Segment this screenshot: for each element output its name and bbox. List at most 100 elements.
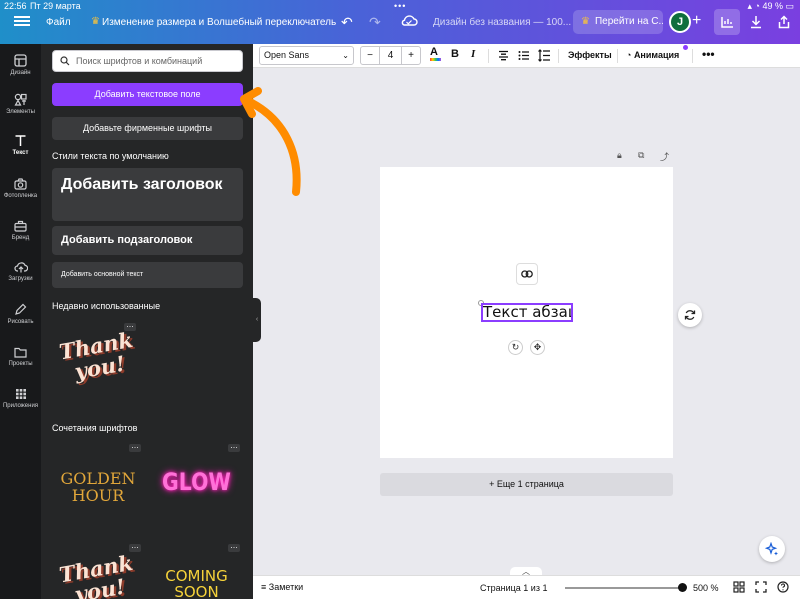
status-date: Пт 29 марта [30, 1, 81, 11]
rail-item-uploads[interactable]: Загрузки [0, 261, 41, 282]
rail-label: Приложения [2, 403, 39, 409]
zoom-level[interactable]: 500 % [693, 583, 719, 593]
magic-sparkle-icon[interactable] [759, 536, 785, 562]
font-size-increase-button[interactable]: + [401, 46, 421, 65]
avatar[interactable]: J [669, 11, 691, 33]
line-spacing-icon[interactable] [538, 49, 550, 62]
font-family-select[interactable]: Open Sans ⌄ [259, 46, 354, 65]
animation-icon: ◔ [626, 50, 634, 60]
rail-label: Фотопленка [3, 193, 38, 199]
rail-label: Элементы [6, 109, 35, 115]
font-search-input[interactable]: Поиск шрифтов и комбинаций [52, 50, 243, 72]
list-icon[interactable] [518, 50, 529, 61]
add-body-text-button[interactable]: Добавить основной текст [52, 262, 243, 288]
recent-heading: Недавно использованные [52, 301, 161, 311]
more-options-icon[interactable]: … [228, 542, 240, 552]
add-page-icon[interactable]: ⤴ [660, 150, 669, 163]
apps-grid-icon [15, 389, 26, 399]
lock-icon[interactable]: 🔒︎ [617, 150, 622, 161]
fullscreen-icon[interactable] [755, 581, 767, 593]
font-combo-coming-soon[interactable]: COMING SOON [150, 544, 243, 599]
rail-label: Загрузки [8, 276, 33, 282]
add-subheading-button[interactable]: Добавить подзаголовок [52, 226, 243, 255]
text-icon [15, 135, 26, 146]
upload-cloud-icon [13, 262, 28, 273]
undo-icon[interactable]: ↶ [341, 14, 353, 31]
italic-icon[interactable]: I [471, 48, 475, 60]
bold-icon[interactable]: B [451, 48, 459, 60]
font-combo-thank-you-2[interactable]: Thank you! [52, 544, 144, 599]
selected-text-element[interactable]: Текст абзаца [481, 303, 573, 322]
effects-button[interactable]: Эффекты [568, 50, 612, 60]
rail-item-text[interactable]: Текст [0, 134, 41, 156]
side-rail: Дизайн Элементы Текст Фотопленка Бренд З… [0, 44, 41, 599]
rail-item-draw[interactable]: Рисовать [0, 303, 41, 325]
rail-label: Бренд [11, 235, 30, 241]
add-heading-button[interactable]: Добавить заголовок [52, 168, 243, 221]
link-icon[interactable] [516, 263, 538, 285]
more-icon[interactable]: ••• [702, 47, 715, 61]
add-brand-fonts-button[interactable]: Добавьте фирменные шрифты [52, 117, 243, 140]
cloud-saved-icon[interactable] [400, 13, 418, 29]
divider [488, 49, 489, 63]
font-combo-glow[interactable]: GLOW [150, 444, 243, 534]
rail-item-apps[interactable]: Приложения [0, 388, 41, 409]
shapes-icon [14, 93, 27, 106]
canvas-area: 🔒︎ ⧉ ⤴ Текст абзаца ↻ ✥ + Еще 1 страница [261, 68, 800, 575]
more-options-icon[interactable]: … [129, 442, 141, 452]
menu-icon[interactable] [14, 14, 30, 28]
collapse-panel-handle[interactable]: ‹ [253, 298, 261, 342]
more-options-icon[interactable]: … [228, 442, 240, 452]
rail-label: Текст [12, 150, 29, 156]
more-options-icon[interactable]: … [129, 542, 141, 552]
more-options-icon[interactable]: … [124, 321, 136, 331]
animation-button[interactable]: ◔ Анимация [626, 50, 679, 60]
rail-item-projects[interactable]: Проекты [0, 346, 41, 367]
duplicate-page-icon[interactable]: ⧉ [638, 150, 644, 161]
add-page-button[interactable]: + Еще 1 страница [380, 473, 673, 496]
coming-soon-text: COMING SOON [165, 567, 228, 599]
font-combos-heading: Сочетания шрифтов [52, 423, 138, 433]
zoom-slider-knob[interactable] [678, 583, 687, 592]
share-icon[interactable] [771, 9, 797, 35]
zoom-slider[interactable] [565, 587, 683, 589]
rail-item-elements[interactable]: Элементы [0, 93, 41, 115]
search-placeholder: Поиск шрифтов и комбинаций [76, 56, 203, 66]
notes-button[interactable]: ≡ Заметки [261, 582, 303, 592]
help-icon[interactable] [777, 581, 789, 593]
add-collaborator-icon[interactable]: + [692, 12, 701, 30]
layout-icon [14, 54, 27, 67]
magic-switch-icon[interactable] [678, 303, 702, 327]
download-icon[interactable] [743, 9, 769, 35]
rail-item-design[interactable]: Дизайн [0, 54, 41, 76]
text-color-icon[interactable]: A [430, 46, 441, 61]
rotate-icon[interactable]: ↻ [508, 340, 523, 355]
align-center-icon[interactable] [498, 50, 509, 61]
rail-item-camera-roll[interactable]: Фотопленка [0, 178, 41, 199]
add-textbox-button[interactable]: Добавить текстовое поле [52, 83, 243, 106]
camera-icon [14, 178, 27, 190]
font-family-value: Open Sans [264, 50, 310, 60]
move-icon[interactable]: ✥ [530, 340, 545, 355]
font-size-input[interactable]: 4 [379, 46, 402, 65]
font-size-decrease-button[interactable]: − [360, 46, 380, 65]
briefcase-icon [14, 220, 27, 232]
file-menu-button[interactable]: Файл [46, 17, 71, 28]
search-icon [60, 56, 70, 66]
chevron-down-icon: ⌄ [342, 51, 349, 60]
default-styles-heading: Стили текста по умолчанию [52, 151, 169, 161]
top-bar: 22:56 Пт 29 марта ••• ▴ ◔ 49 % ▭ Файл ♛ … [0, 0, 800, 44]
redo-icon[interactable]: ↷ [369, 14, 381, 31]
design-title[interactable]: Дизайн без названия — 100... [433, 17, 571, 28]
grid-view-icon[interactable] [733, 581, 745, 593]
golden-hour-text: GOLDEN HOUR [60, 469, 136, 505]
insights-chart-icon[interactable] [714, 9, 740, 35]
font-combo-thank-you[interactable]: Thank you! [52, 321, 144, 391]
upgrade-pro-button[interactable]: ♛ Перейти на С... [573, 10, 663, 34]
glow-text: GLOW [162, 468, 231, 496]
project-name-button[interactable]: Изменение размера и Волшебный переключат… [102, 17, 336, 28]
font-combo-golden-hour[interactable]: GOLDEN HOUR [52, 444, 144, 534]
multitask-dots-icon[interactable]: ••• [394, 1, 406, 11]
rail-item-brand[interactable]: Бренд [0, 220, 41, 241]
rail-label: Рисовать [7, 319, 34, 325]
